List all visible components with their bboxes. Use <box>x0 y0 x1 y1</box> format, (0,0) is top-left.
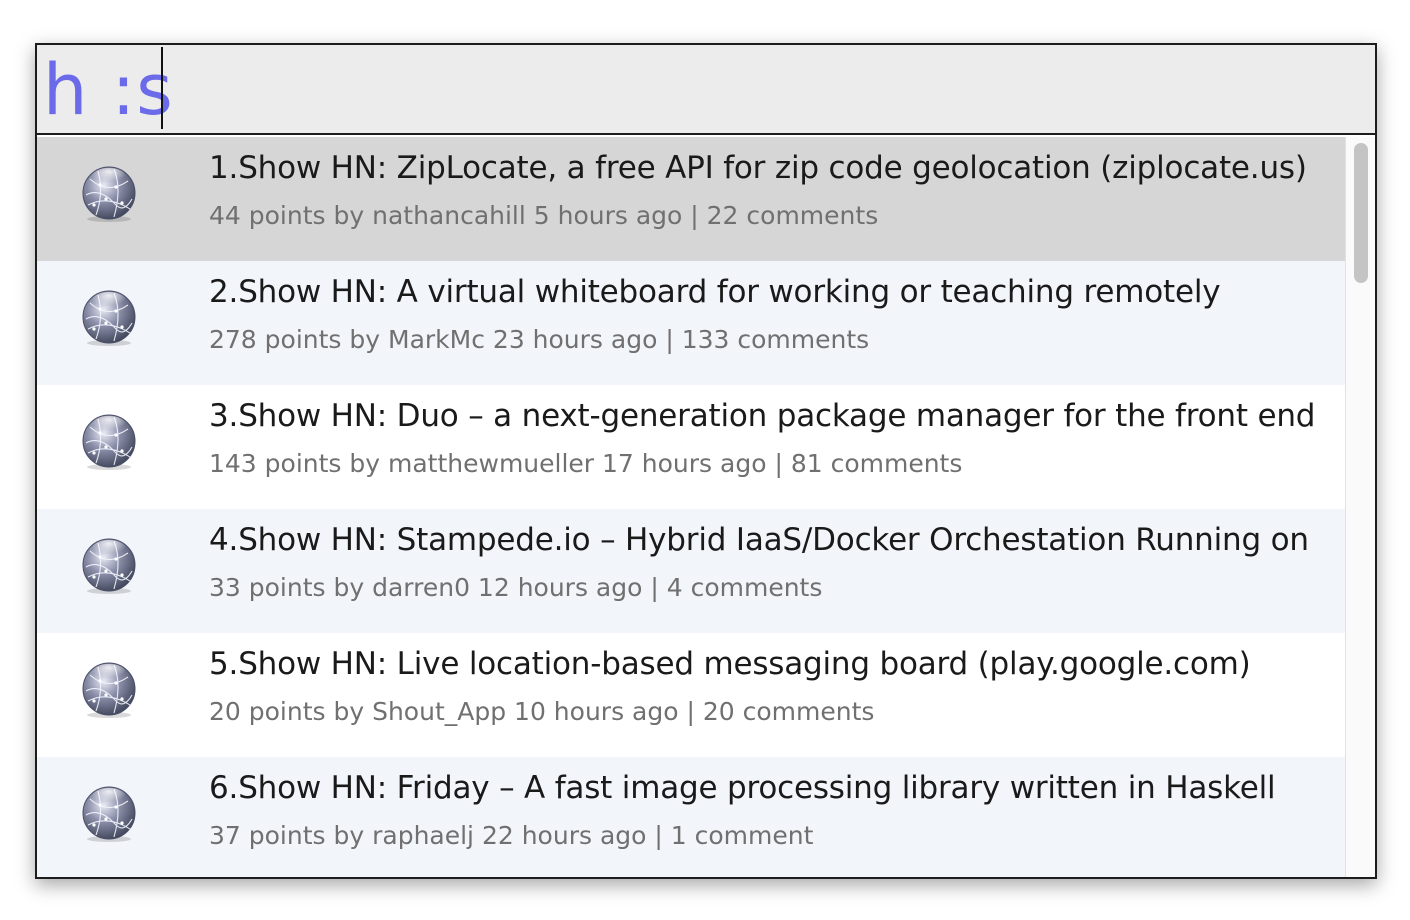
result-title: 5.Show HN: Live location-based messaging… <box>209 646 1251 682</box>
result-row-5[interactable]: 5.Show HN: Live location-based messaging… <box>37 633 1345 757</box>
result-row-1[interactable]: 1.Show HN: ZipLocate, a free API for zip… <box>37 137 1345 261</box>
result-row-2[interactable]: 2.Show HN: A virtual whiteboard for work… <box>37 261 1345 385</box>
result-meta: 20 points by Shout_App 10 hours ago | 20… <box>209 697 875 726</box>
scrollbar[interactable] <box>1345 137 1375 877</box>
globe-icon <box>82 662 136 718</box>
result-title: 3.Show HN: Duo – a next-generation packa… <box>209 398 1316 434</box>
globe-icon <box>82 538 136 594</box>
result-meta: 143 points by matthewmueller 17 hours ag… <box>209 449 963 478</box>
globe-icon <box>82 786 136 842</box>
result-row-3[interactable]: 3.Show HN: Duo – a next-generation packa… <box>37 385 1345 509</box>
globe-icon <box>82 414 136 470</box>
result-meta: 278 points by MarkMc 23 hours ago | 133 … <box>209 325 870 354</box>
result-meta: 44 points by nathancahill 5 hours ago | … <box>209 201 879 230</box>
result-meta: 33 points by darren0 12 hours ago | 4 co… <box>209 573 823 602</box>
result-title: 2.Show HN: A virtual whiteboard for work… <box>209 274 1221 310</box>
result-row-4[interactable]: 4.Show HN: Stampede.io – Hybrid IaaS/Doc… <box>37 509 1345 633</box>
app-window: h :s 1.Show HN: ZipLocate, a free API fo… <box>35 43 1377 879</box>
results-list: 1.Show HN: ZipLocate, a free API for zip… <box>37 137 1345 877</box>
search-query[interactable]: h :s <box>43 51 174 129</box>
globe-icon <box>82 166 136 222</box>
globe-icon <box>82 290 136 346</box>
result-title: 4.Show HN: Stampede.io – Hybrid IaaS/Doc… <box>209 522 1309 558</box>
text-caret <box>161 47 163 129</box>
result-title: 1.Show HN: ZipLocate, a free API for zip… <box>209 150 1307 186</box>
result-row-6[interactable]: 6.Show HN: Friday – A fast image process… <box>37 757 1345 877</box>
result-title: 6.Show HN: Friday – A fast image process… <box>209 770 1276 806</box>
scroll-thumb[interactable] <box>1354 143 1368 283</box>
search-bar[interactable]: h :s <box>37 45 1375 135</box>
result-meta: 37 points by raphaelj 22 hours ago | 1 c… <box>209 821 814 850</box>
